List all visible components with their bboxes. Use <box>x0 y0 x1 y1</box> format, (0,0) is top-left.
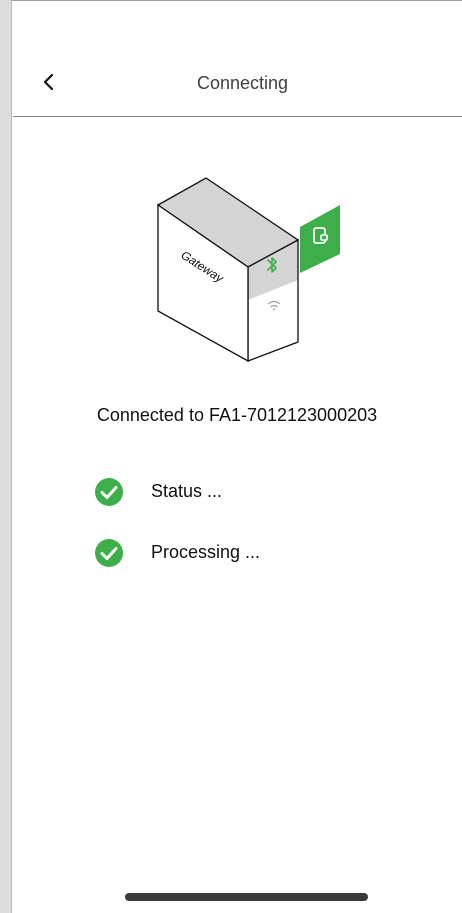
page-title: Connecting <box>196 73 289 93</box>
step-processing: Processing ... <box>94 538 260 568</box>
wifi-icon <box>267 300 281 311</box>
home-indicator[interactable] <box>125 893 368 901</box>
step-status: Status ... <box>94 477 222 507</box>
check-circle-icon <box>95 478 123 506</box>
check-circle-icon <box>95 539 123 567</box>
gateway-illustration: Gateway <box>156 177 340 363</box>
step-label: Status ... <box>151 481 223 501</box>
app-screen: Connecting Gateway Connected to FA1-7012… <box>0 0 462 913</box>
connection-status-message: Connected to FA1-7012123000203 <box>96 405 378 425</box>
header-bar: Connecting <box>13 0 462 117</box>
left-scroll-rail <box>0 0 12 913</box>
step-label: Processing ... <box>151 542 261 562</box>
phone-badge <box>300 205 340 273</box>
